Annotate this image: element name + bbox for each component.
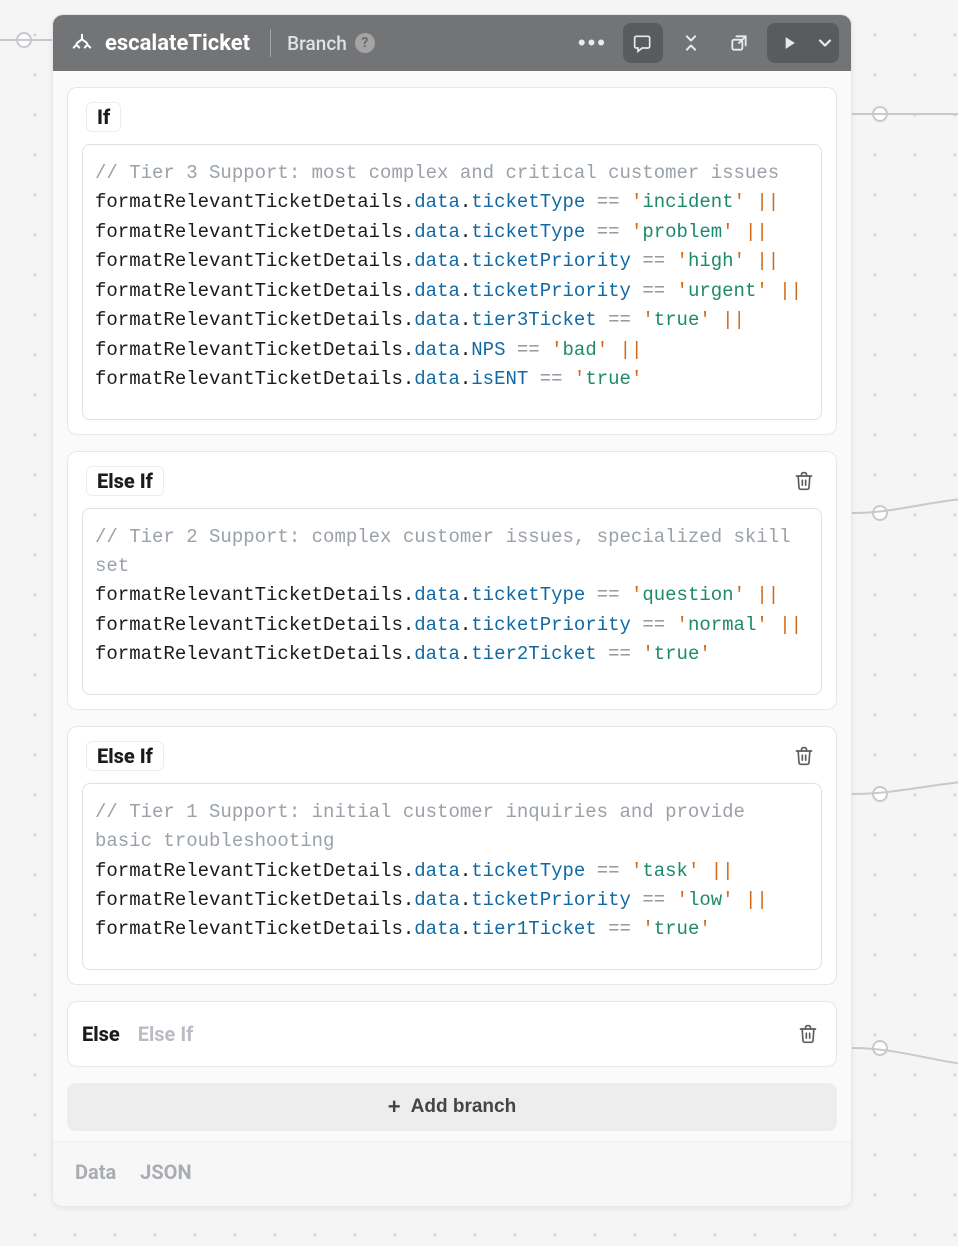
add-branch-button[interactable]: + Add branch — [67, 1083, 837, 1131]
else-if-option[interactable]: Else If — [138, 1022, 194, 1046]
notes-button[interactable] — [623, 23, 663, 63]
delete-branch-button[interactable] — [790, 467, 818, 495]
footer-tab-json[interactable]: JSON — [140, 1160, 191, 1184]
branch-card: If // Tier 3 Support: most complex and c… — [67, 87, 837, 435]
header-actions: ••• — [570, 23, 839, 63]
more-actions-button[interactable]: ••• — [570, 23, 615, 63]
panel-header: escalateTicket Branch ? ••• — [53, 15, 851, 71]
collapse-button[interactable] — [671, 23, 711, 63]
branch-fork-icon — [71, 32, 93, 54]
plus-icon: + — [388, 1094, 401, 1120]
branch-label: Else If — [86, 741, 164, 771]
divider — [270, 29, 271, 57]
condition-editor[interactable]: // Tier 3 Support: most complex and crit… — [82, 144, 822, 420]
delete-branch-button[interactable] — [794, 1020, 822, 1048]
panel-footer: Data JSON — [53, 1141, 851, 1206]
branch-card: Else If // Tier 1 Support: initial custo… — [67, 726, 837, 985]
branch-label: Else If — [86, 466, 164, 496]
node-subtitle: Branch ? — [287, 32, 375, 55]
branch-card: Else If // Tier 2 Support: complex custo… — [67, 451, 837, 710]
footer-tab-data[interactable]: Data — [75, 1160, 116, 1184]
else-row: Else Else If — [67, 1001, 837, 1067]
run-options-button[interactable] — [811, 23, 839, 63]
condition-editor[interactable]: // Tier 2 Support: complex customer issu… — [82, 508, 822, 695]
help-icon[interactable]: ? — [355, 33, 375, 53]
panel-body: If // Tier 3 Support: most complex and c… — [53, 71, 851, 1141]
else-label[interactable]: Else — [82, 1022, 120, 1046]
node-title[interactable]: escalateTicket — [105, 31, 250, 56]
run-button[interactable] — [767, 23, 811, 63]
condition-editor[interactable]: // Tier 1 Support: initial customer inqu… — [82, 783, 822, 970]
add-branch-label: Add branch — [411, 1096, 517, 1118]
node-subtitle-text: Branch — [287, 32, 347, 55]
delete-branch-button[interactable] — [790, 742, 818, 770]
branch-label: If — [86, 102, 121, 132]
branch-node-panel: escalateTicket Branch ? ••• — [52, 14, 852, 1207]
open-external-button[interactable] — [719, 23, 759, 63]
